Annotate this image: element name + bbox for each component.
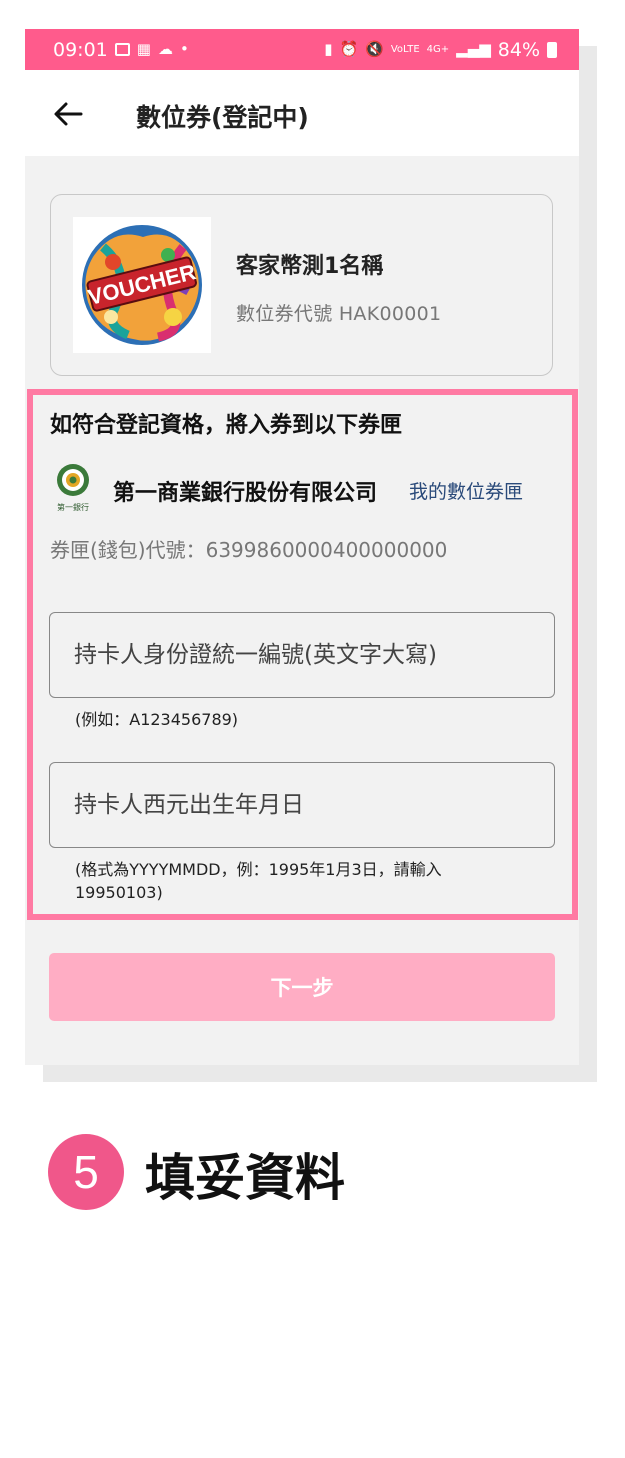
alarm-icon: ⏰ (339, 40, 359, 58)
status-left: 09:01 ▦ ☁ • (53, 39, 189, 61)
id-number-hint: (例如：A123456789) (75, 710, 239, 729)
qr-icon: ▦ (136, 40, 151, 58)
app-bar: 數位券(登記中) (25, 70, 579, 156)
status-time: 09:01 (53, 38, 108, 61)
gallery-icon (114, 43, 130, 56)
status-right: ▮ ⏰ 🔇 VoLTE 4G+ ▂▄▆ 84% (324, 39, 557, 61)
data-arrows-icon: 4G+ (426, 43, 450, 55)
bank-name: 第一商業銀行股份有限公司 (113, 481, 378, 506)
back-arrow-icon[interactable] (51, 96, 87, 132)
birthdate-hint: (格式為YYYYMMDD，例：1995年1月3日，請輸入19950103) (75, 860, 442, 902)
bank-logo-caption: 第一銀行 (57, 502, 89, 512)
birthdate-input[interactable] (49, 762, 555, 848)
id-number-input[interactable] (49, 612, 555, 698)
qualify-text: 如符合登記資格，將入券到以下券匣 (50, 413, 403, 438)
wallet-code: 券匣(錢包)代號：6399860000400000000 (50, 538, 448, 562)
voucher-name: 客家幣測1名稱 (236, 254, 384, 279)
nfc-icon: ▮ (324, 40, 333, 58)
volte-icon: VoLTE (390, 43, 420, 55)
voucher-code: 數位券代號 HAK00001 (236, 303, 442, 325)
battery-percent: 84% (497, 38, 540, 61)
dot-icon: • (179, 40, 189, 58)
mute-icon: 🔇 (365, 40, 384, 58)
battery-icon (547, 41, 557, 58)
cloud-icon: ☁ (157, 40, 173, 58)
next-button[interactable]: 下一步 (49, 953, 555, 1021)
my-wallet-link[interactable]: 我的數位券匣 (409, 477, 523, 504)
step-number-badge: 5 (48, 1134, 124, 1210)
step-title: 填妥資料 (145, 1149, 345, 1207)
bank-logo: 第一銀行 (57, 464, 89, 512)
signal-icon: ▂▄▆ (456, 40, 491, 58)
phone-screen: 09:01 ▦ ☁ • ▮ ⏰ 🔇 VoLTE 4G+ ▂▄▆ 84% 數位券(… (25, 29, 579, 1065)
page-title: 數位券(登記中) (136, 103, 309, 132)
voucher-card: VOUCHER 客家幣測1名稱 數位券代號 HAK00001 (50, 194, 553, 376)
status-bar: 09:01 ▦ ☁ • ▮ ⏰ 🔇 VoLTE 4G+ ▂▄▆ 84% (25, 29, 579, 70)
voucher-image: VOUCHER (73, 217, 211, 353)
